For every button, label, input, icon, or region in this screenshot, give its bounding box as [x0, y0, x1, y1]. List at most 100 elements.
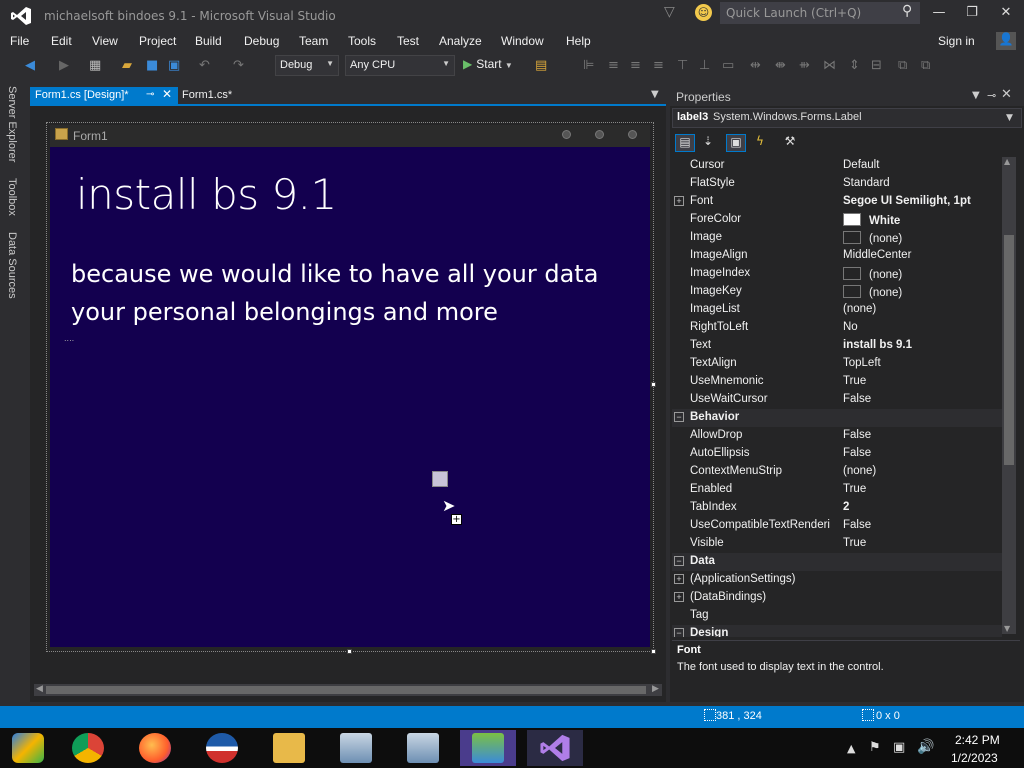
property-row[interactable]: Tag	[672, 607, 1002, 625]
scrollbar-thumb[interactable]	[46, 686, 646, 694]
property-category[interactable]: − Data	[672, 553, 1002, 571]
property-category[interactable]: − Design	[672, 625, 1002, 637]
horizontal-spacing-icon[interactable]: ⇹	[750, 58, 761, 73]
property-row[interactable]: Enabled True	[672, 481, 1002, 499]
maximize-icon[interactable]: ❐	[957, 5, 987, 20]
taskbar-visual-studio[interactable]	[527, 730, 583, 766]
property-pages-wrench-icon[interactable]: ⚒	[780, 134, 800, 152]
expand-icon[interactable]: +	[674, 196, 684, 206]
menu-project[interactable]: Project	[139, 34, 176, 48]
properties-view-icon[interactable]: ▣	[726, 134, 746, 152]
configuration-dropdown[interactable]: Debug ▼	[275, 55, 339, 76]
align-bottoms-icon[interactable]: ⊥	[699, 58, 710, 73]
property-row[interactable]: Cursor Default	[672, 157, 1002, 175]
property-row[interactable]: ImageIndex (none)	[672, 265, 1002, 283]
property-row[interactable]: TabIndex 2	[672, 499, 1002, 517]
property-value[interactable]: False	[843, 519, 871, 531]
property-row[interactable]: AutoEllipsis False	[672, 445, 1002, 463]
collapse-icon[interactable]: −	[674, 412, 684, 422]
property-row[interactable]: ImageAlign MiddleCenter	[672, 247, 1002, 265]
new-project-icon[interactable]: ▦	[89, 58, 101, 73]
data-sources-tab[interactable]: Data Sources	[6, 232, 18, 299]
property-value[interactable]: TopLeft	[843, 357, 881, 369]
expand-icon[interactable]: +	[674, 574, 684, 584]
remove-spacing-icon[interactable]: ⋈	[823, 58, 836, 73]
scroll-left-icon[interactable]: ◀	[36, 684, 43, 694]
property-value[interactable]: True	[843, 537, 866, 549]
vertical-spacing-icon[interactable]: ⇕	[849, 58, 860, 73]
property-row[interactable]: ForeColor White	[672, 211, 1002, 229]
resize-handle-bottom-right[interactable]	[651, 649, 656, 654]
property-value[interactable]: install bs 9.1	[843, 339, 912, 351]
property-value[interactable]: True	[843, 483, 866, 495]
property-row[interactable]: UseWaitCursor False	[672, 391, 1002, 409]
start-debugging-button[interactable]: ▶ Start ▼	[463, 57, 513, 71]
taskbar-installer-2[interactable]	[395, 730, 451, 766]
account-icon[interactable]: 👤	[996, 32, 1016, 50]
collapse-icon[interactable]: −	[674, 628, 684, 637]
menu-edit[interactable]: Edit	[51, 34, 72, 48]
clock-date[interactable]: 1/2/2023	[951, 751, 998, 765]
center-horizontally-icon[interactable]: ⊟	[871, 58, 882, 73]
property-value[interactable]: (none)	[843, 231, 902, 245]
property-value[interactable]: (none)	[843, 465, 876, 477]
taskbar-installer-1[interactable]	[328, 730, 384, 766]
save-all-icon[interactable]: ▣	[168, 58, 180, 73]
back-icon[interactable]: ◀	[25, 58, 35, 73]
property-row[interactable]: FlatStyle Standard	[672, 175, 1002, 193]
resize-handle-bottom[interactable]	[347, 649, 352, 654]
label3-selected[interactable]: ....	[64, 334, 74, 343]
property-category[interactable]: − Behavior	[672, 409, 1002, 427]
menu-build[interactable]: Build	[195, 34, 222, 48]
menu-help[interactable]: Help	[566, 34, 591, 48]
form-client-area[interactable]	[50, 147, 650, 647]
form-titlebar[interactable]	[50, 125, 650, 147]
property-value[interactable]: False	[843, 393, 871, 405]
property-row[interactable]: UseMnemonic True	[672, 373, 1002, 391]
scrollbar-thumb[interactable]	[1004, 235, 1014, 465]
minimize-icon[interactable]: —	[924, 5, 954, 20]
property-row[interactable]: ContextMenuStrip (none)	[672, 463, 1002, 481]
property-row[interactable]: TextAlign TopLeft	[672, 355, 1002, 373]
decrease-spacing-icon[interactable]: ⇻	[799, 58, 810, 73]
menu-test[interactable]: Test	[397, 34, 419, 48]
taskbar-file-explorer[interactable]	[261, 730, 317, 766]
align-centers-icon[interactable]: ≡	[608, 58, 619, 73]
undo-icon[interactable]: ↶	[199, 58, 210, 73]
property-value[interactable]: White	[843, 213, 900, 227]
tab-form1-design[interactable]: Form1.cs [Design]*	[30, 87, 178, 105]
menu-tools[interactable]: Tools	[348, 34, 376, 48]
align-middles-icon[interactable]: ⊤	[677, 58, 688, 73]
scroll-up-icon[interactable]: ▲	[1004, 157, 1010, 166]
property-row[interactable]: + (DataBindings)	[672, 589, 1002, 607]
toolbox-tab[interactable]: Toolbox	[6, 178, 18, 216]
align-rights-icon[interactable]: ≡	[630, 58, 641, 73]
property-value[interactable]: 2	[843, 501, 849, 513]
taskbar-people-app[interactable]	[460, 730, 516, 766]
taskbar-media-player[interactable]	[0, 730, 56, 766]
property-value[interactable]: True	[843, 375, 866, 387]
property-value[interactable]: MiddleCenter	[843, 249, 911, 261]
property-row[interactable]: AllowDrop False	[672, 427, 1002, 445]
chevron-down-icon[interactable]: ▼	[1006, 113, 1013, 123]
auto-hide-pin-icon[interactable]: ⊸	[987, 89, 996, 102]
save-icon[interactable]: ■	[146, 58, 158, 73]
label-body-text[interactable]: because we would like to have all your d…	[71, 255, 598, 331]
browser-link-icon[interactable]: ▤	[535, 58, 547, 73]
taskbar-chrome[interactable]	[60, 730, 116, 766]
show-hidden-icons-icon[interactable]: ▲	[847, 742, 855, 755]
tab-list-dropdown-icon[interactable]: ▼	[651, 89, 659, 100]
server-explorer-tab[interactable]: Server Explorer	[6, 86, 18, 162]
open-file-icon[interactable]: ▰	[122, 58, 132, 73]
property-row[interactable]: UseCompatibleTextRenderi False	[672, 517, 1002, 535]
quick-launch-input[interactable]: Quick Launch (Ctrl+Q)	[720, 2, 920, 24]
tab-form1-code[interactable]: Form1.cs*	[182, 89, 232, 101]
notification-filter-icon[interactable]: ▽	[664, 4, 675, 20]
bring-to-front-icon[interactable]: ⧉	[898, 58, 907, 73]
events-lightning-icon[interactable]: ϟ	[750, 134, 770, 152]
close-icon[interactable]: ✕	[991, 5, 1021, 20]
scroll-right-icon[interactable]: ▶	[652, 684, 659, 694]
resize-handle-right[interactable]	[651, 382, 656, 387]
property-value[interactable]: Standard	[843, 177, 890, 189]
collapse-icon[interactable]: −	[674, 556, 684, 566]
